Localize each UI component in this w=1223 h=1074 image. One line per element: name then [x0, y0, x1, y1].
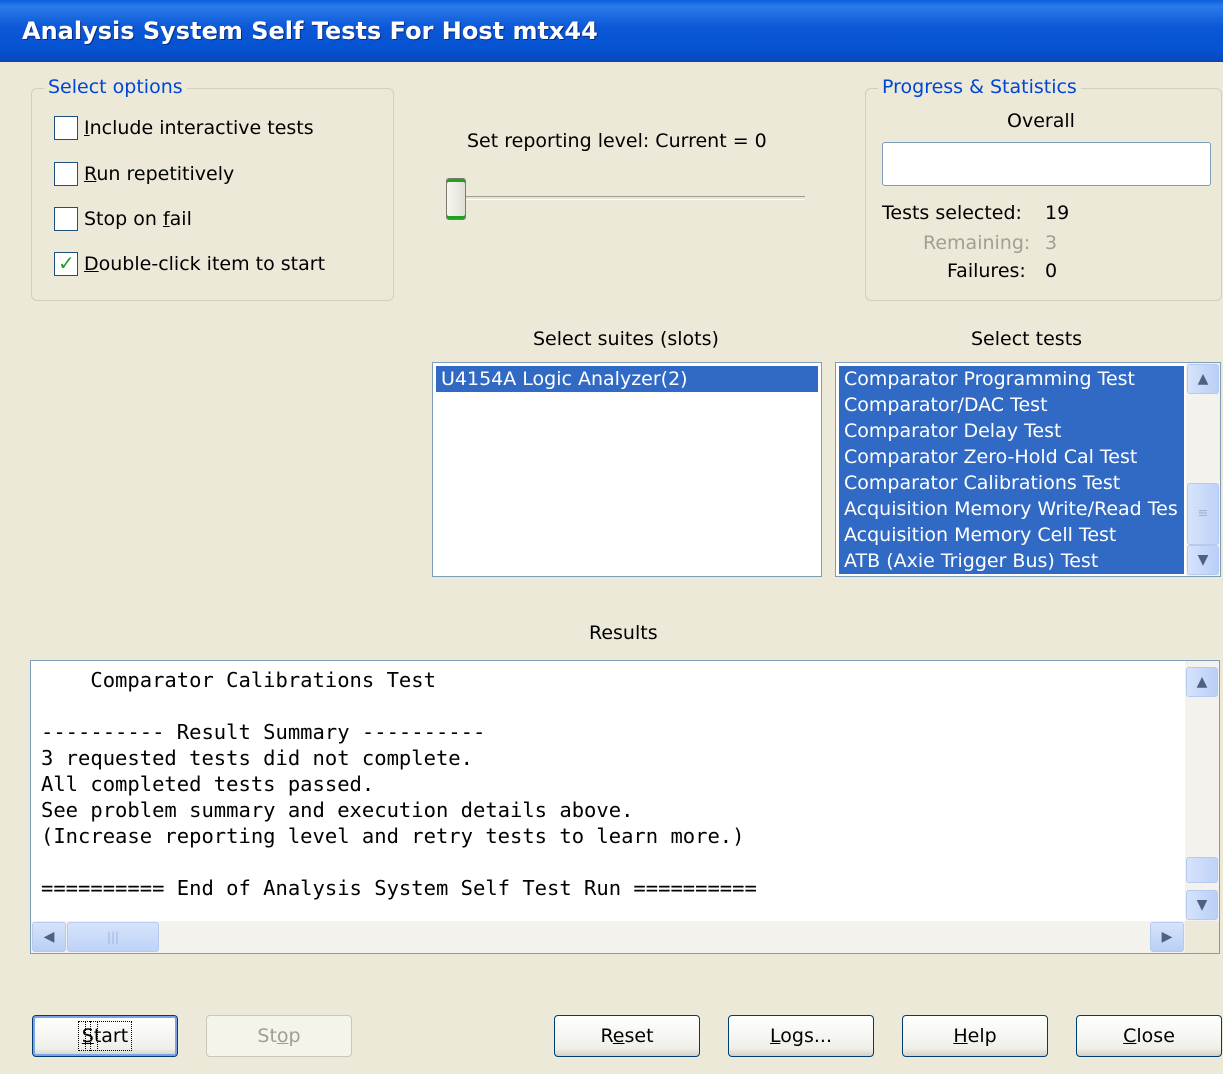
run-repetitively-checkbox[interactable]: Run repetitively	[54, 160, 234, 188]
test-item[interactable]: Acquisition Memory Write/Read Tes	[839, 496, 1184, 522]
scroll-thumb[interactable]: ≡	[1187, 483, 1219, 545]
self-test-dialog: Analysis System Self Tests For Host mtx4…	[0, 0, 1223, 1074]
checkbox-box[interactable]	[54, 116, 78, 140]
results-vertical-scrollbar[interactable]: ▲ ▼	[1185, 661, 1219, 921]
logs-button-label: Logs...	[770, 1025, 832, 1047]
scroll-up-icon[interactable]: ▲	[1187, 364, 1219, 394]
checkbox-box[interactable]	[54, 162, 78, 186]
select-tests-label: Select tests	[971, 328, 1083, 350]
checkbox-box[interactable]	[54, 207, 78, 231]
logs-button[interactable]: Logs...	[728, 1015, 874, 1057]
double-click-to-start-checkbox[interactable]: ✓ Double-click item to start	[54, 250, 325, 278]
test-item[interactable]: Comparator Programming Test	[839, 366, 1184, 392]
close-button[interactable]: Close	[1076, 1015, 1222, 1057]
overall-progress-bar	[882, 142, 1211, 186]
tests-listbox[interactable]: Comparator Programming Test Comparator/D…	[835, 362, 1221, 577]
test-item[interactable]: Acquisition Memory Cell Test	[839, 522, 1184, 548]
stop-button[interactable]: Stop	[206, 1015, 352, 1057]
test-item[interactable]: Comparator/DAC Test	[839, 392, 1184, 418]
start-button[interactable]: Start	[32, 1015, 178, 1057]
scroll-thumb[interactable]	[1186, 857, 1218, 883]
reset-button-label: Reset	[600, 1025, 654, 1047]
test-item[interactable]: Comparator Calibrations Test	[839, 470, 1184, 496]
tests-selected-label: Tests selected:	[882, 202, 1022, 224]
scroll-left-icon[interactable]: ◀	[32, 922, 66, 952]
help-button[interactable]: Help	[902, 1015, 1048, 1057]
reset-button[interactable]: Reset	[554, 1015, 700, 1057]
scroll-up-icon[interactable]: ▲	[1186, 667, 1218, 697]
checkbox-box[interactable]: ✓	[54, 251, 78, 276]
failures-value: 0	[1045, 260, 1058, 282]
checkbox-label: Stop on fail	[84, 208, 192, 230]
progress-statistics-legend: Progress & Statistics	[878, 76, 1081, 98]
remaining-label: Remaining:	[923, 232, 1031, 254]
reporting-level-slider-track[interactable]	[448, 196, 805, 200]
reporting-level-slider-thumb[interactable]	[446, 178, 466, 220]
test-item[interactable]: ATB (Axie Trigger Bus) Test	[839, 548, 1184, 574]
checkbox-label: Double-click item to start	[84, 253, 326, 275]
failures-label: Failures:	[947, 260, 1026, 282]
results-text: Comparator Calibrations Test ---------- …	[41, 668, 757, 900]
scroll-down-icon[interactable]: ▼	[1187, 545, 1219, 575]
tests-selected-value: 19	[1045, 202, 1070, 224]
checkmark-icon: ✓	[58, 251, 75, 275]
suites-listbox[interactable]: U4154A Logic Analyzer(2)	[432, 362, 822, 577]
scroll-corner	[1185, 921, 1219, 953]
suite-item[interactable]: U4154A Logic Analyzer(2)	[436, 366, 818, 392]
results-horizontal-scrollbar[interactable]: ◀ ||| ▶	[31, 921, 1185, 953]
select-options-legend: Select options	[44, 76, 187, 98]
checkbox-label: Include interactive tests	[84, 117, 314, 139]
scroll-thumb[interactable]: |||	[67, 922, 159, 952]
test-item[interactable]: Comparator Delay Test	[839, 418, 1184, 444]
reporting-level-label: Set reporting level: Current = 0	[467, 130, 767, 152]
scroll-right-icon[interactable]: ▶	[1150, 922, 1184, 952]
tests-vertical-scrollbar[interactable]: ▲ ≡ ▼	[1186, 363, 1220, 576]
overall-label: Overall	[1007, 110, 1075, 132]
select-suites-label: Select suites (slots)	[533, 328, 719, 350]
close-button-label: Close	[1123, 1025, 1175, 1047]
checkbox-label: Run repetitively	[84, 163, 235, 185]
start-button-label: Start	[77, 1021, 133, 1051]
test-item[interactable]: Comparator Zero-Hold Cal Test	[839, 444, 1184, 470]
stop-button-label: Stop	[257, 1025, 301, 1047]
results-textarea[interactable]: Comparator Calibrations Test ---------- …	[30, 660, 1220, 954]
title-bar[interactable]: Analysis System Self Tests For Host mtx4…	[0, 0, 1223, 62]
help-button-label: Help	[953, 1025, 997, 1047]
window-title: Analysis System Self Tests For Host mtx4…	[22, 17, 598, 45]
results-label: Results	[589, 622, 658, 644]
remaining-value: 3	[1045, 232, 1058, 254]
stop-on-fail-checkbox[interactable]: Stop on fail	[54, 205, 192, 233]
include-interactive-checkbox[interactable]: Include interactive tests	[54, 114, 314, 142]
scroll-down-icon[interactable]: ▼	[1186, 890, 1218, 920]
